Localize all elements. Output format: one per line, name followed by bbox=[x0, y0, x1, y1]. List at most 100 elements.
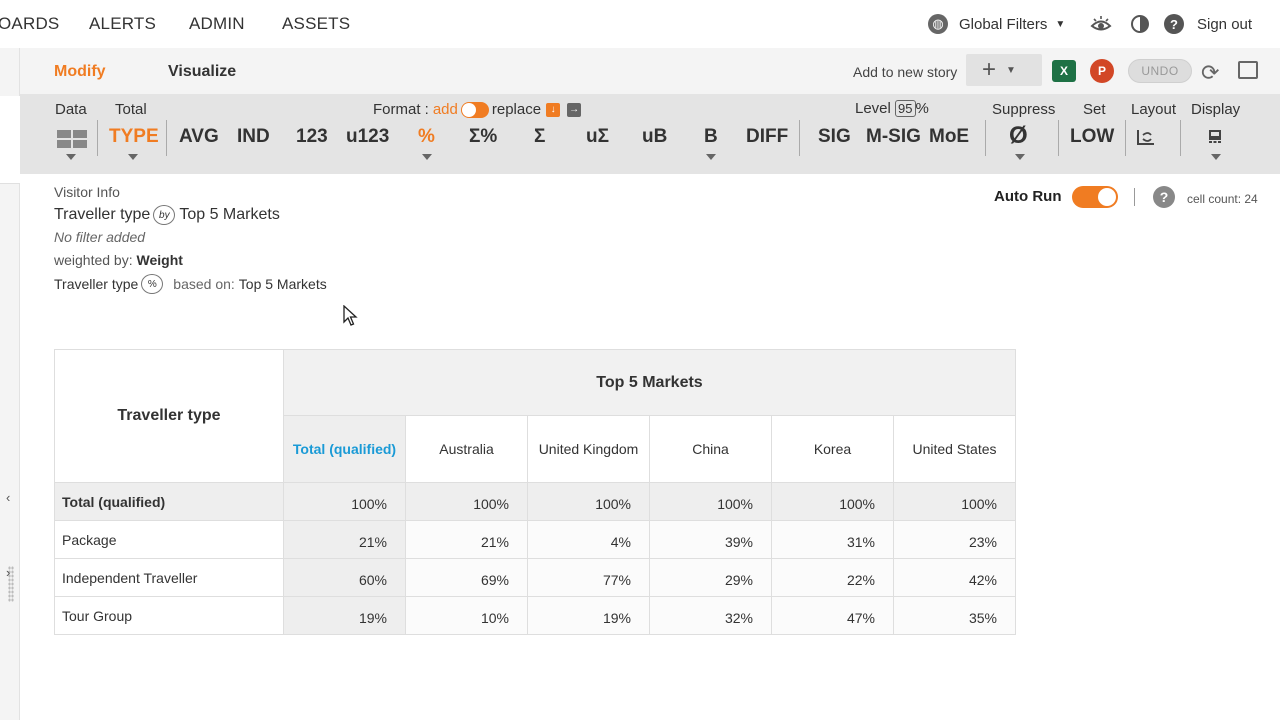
table-cell[interactable]: 19% bbox=[527, 596, 650, 635]
row-variable[interactable]: Traveller type bbox=[54, 206, 150, 224]
avg-button[interactable]: AVG bbox=[179, 126, 219, 148]
table-cell[interactable]: 21% bbox=[283, 520, 406, 559]
expand-right-icon[interactable]: › bbox=[6, 565, 10, 580]
nav-dashboards[interactable]: OARDS bbox=[0, 14, 59, 34]
table-cell[interactable]: 32% bbox=[649, 596, 772, 635]
column-header-united-kingdom[interactable]: United Kingdom bbox=[527, 415, 650, 483]
theme-toggle-button[interactable] bbox=[1130, 12, 1150, 36]
column-header-china[interactable]: China bbox=[649, 415, 772, 483]
percent-base-line: Traveller type % based on: Top 5 Markets bbox=[54, 274, 327, 294]
table-cell[interactable]: 100% bbox=[527, 482, 650, 521]
tab-modify[interactable]: Modify bbox=[54, 63, 106, 81]
table-cell[interactable]: 47% bbox=[771, 596, 894, 635]
column-header-australia[interactable]: Australia bbox=[405, 415, 528, 483]
display-icon[interactable] bbox=[1207, 128, 1223, 144]
set-low-button[interactable]: LOW bbox=[1070, 126, 1114, 148]
format-mode-toggle[interactable] bbox=[460, 101, 489, 118]
nav-admin[interactable]: ADMIN bbox=[189, 14, 245, 34]
percent-dropdown-caret[interactable] bbox=[422, 154, 432, 160]
ind-button[interactable]: IND bbox=[237, 126, 270, 148]
help-icon: ? bbox=[1164, 14, 1184, 34]
type-dropdown-caret[interactable] bbox=[128, 154, 138, 160]
unweighted-sum-button[interactable]: uΣ bbox=[586, 126, 609, 148]
unweighted-count-button[interactable]: u123 bbox=[346, 126, 389, 148]
tab-visualize[interactable]: Visualize bbox=[168, 63, 236, 81]
table-cell[interactable]: 31% bbox=[771, 520, 894, 559]
collapse-left-icon[interactable]: ‹ bbox=[6, 490, 10, 505]
separator bbox=[799, 120, 800, 156]
table-cell[interactable]: 100% bbox=[893, 482, 1016, 521]
table-cell[interactable]: 22% bbox=[771, 558, 894, 597]
arrow-right-icon[interactable]: → bbox=[567, 102, 582, 117]
base-dropdown-caret[interactable] bbox=[706, 154, 716, 160]
help-icon[interactable]: ? bbox=[1153, 186, 1175, 208]
table-cell[interactable]: 21% bbox=[405, 520, 528, 559]
table-cell[interactable]: 39% bbox=[649, 520, 772, 559]
present-icon[interactable] bbox=[1238, 61, 1258, 79]
auto-run-toggle[interactable] bbox=[1072, 186, 1118, 208]
table-cell[interactable]: 77% bbox=[527, 558, 650, 597]
table-cell[interactable]: 19% bbox=[283, 596, 406, 635]
excel-export-icon[interactable]: X bbox=[1052, 60, 1076, 82]
percent-variable[interactable]: Traveller type bbox=[54, 276, 138, 292]
display-dropdown-caret[interactable] bbox=[1211, 154, 1221, 160]
table-cell[interactable]: 10% bbox=[405, 596, 528, 635]
sign-out-link[interactable]: Sign out bbox=[1197, 12, 1252, 36]
table-cell[interactable]: 29% bbox=[649, 558, 772, 597]
sig-button[interactable]: SIG bbox=[818, 126, 851, 148]
separator bbox=[1134, 188, 1135, 206]
global-filters-button[interactable]: ◍ Global Filters ▼ bbox=[928, 12, 1065, 36]
row-label-independent-traveller[interactable]: Independent Traveller bbox=[54, 558, 284, 597]
column-header-korea[interactable]: Korea bbox=[771, 415, 894, 483]
percent-button[interactable]: % bbox=[418, 126, 435, 148]
layout-icon[interactable] bbox=[1136, 129, 1156, 145]
powerpoint-export-icon[interactable]: P bbox=[1090, 59, 1114, 83]
table-cell[interactable]: 100% bbox=[649, 482, 772, 521]
table-cell[interactable]: 42% bbox=[893, 558, 1016, 597]
type-button[interactable]: TYPE bbox=[109, 126, 159, 148]
help-button[interactable]: ? bbox=[1164, 12, 1184, 36]
sum-button[interactable]: Σ bbox=[534, 126, 545, 148]
row-label-tour-group[interactable]: Tour Group bbox=[54, 596, 284, 635]
column-header-total[interactable]: Total (qualified) bbox=[283, 415, 406, 483]
nav-assets[interactable]: ASSETS bbox=[282, 14, 350, 34]
table-cell[interactable]: 60% bbox=[283, 558, 406, 597]
table-cell[interactable]: 100% bbox=[405, 482, 528, 521]
chevron-down-icon: ▼ bbox=[1006, 64, 1016, 76]
moe-button[interactable]: MoE bbox=[929, 126, 969, 148]
count-button[interactable]: 123 bbox=[296, 126, 328, 148]
format-toolbar: Data Total Format : add replace ↓ → Leve… bbox=[20, 94, 1280, 174]
diff-button[interactable]: DIFF bbox=[746, 126, 788, 148]
row-label-package[interactable]: Package bbox=[54, 520, 284, 559]
arrow-down-icon[interactable]: ↓ bbox=[546, 102, 561, 117]
based-on-variable[interactable]: Top 5 Markets bbox=[239, 276, 327, 292]
column-group-title[interactable]: Top 5 Markets bbox=[283, 349, 1016, 416]
left-panel-tab[interactable] bbox=[0, 96, 20, 184]
weight-variable[interactable]: Weight bbox=[137, 252, 183, 268]
row-header-title[interactable]: Traveller type bbox=[54, 349, 284, 483]
sum-percent-button[interactable]: Σ% bbox=[469, 126, 497, 148]
add-to-story-button[interactable]: + ▼ bbox=[966, 54, 1042, 86]
unweighted-base-button[interactable]: uB bbox=[642, 126, 667, 148]
column-header-united-states[interactable]: United States bbox=[893, 415, 1016, 483]
nav-alerts[interactable]: ALERTS bbox=[89, 14, 156, 34]
table-cell[interactable]: 100% bbox=[283, 482, 406, 521]
eye-button[interactable] bbox=[1090, 12, 1112, 36]
table-cell[interactable]: 35% bbox=[893, 596, 1016, 635]
suppress-button[interactable]: Ø bbox=[1009, 122, 1028, 150]
table-cell[interactable]: 100% bbox=[771, 482, 894, 521]
column-variable[interactable]: Top 5 Markets bbox=[179, 206, 279, 224]
refresh-icon[interactable]: ⟳ bbox=[1201, 60, 1219, 86]
table-cell[interactable]: 4% bbox=[527, 520, 650, 559]
base-button[interactable]: B bbox=[704, 126, 718, 148]
data-grid-icon[interactable] bbox=[57, 130, 87, 148]
table-cell[interactable]: 23% bbox=[893, 520, 1016, 559]
undo-button[interactable]: UNDO bbox=[1128, 59, 1192, 83]
row-label-total[interactable]: Total (qualified) bbox=[54, 482, 284, 521]
level-control[interactable]: Level 95% bbox=[855, 100, 929, 117]
msig-button[interactable]: M-SIG bbox=[866, 126, 921, 148]
suppress-dropdown-caret[interactable] bbox=[1015, 154, 1025, 160]
data-dropdown-caret[interactable] bbox=[66, 154, 76, 160]
level-value[interactable]: 95 bbox=[895, 100, 916, 117]
table-cell[interactable]: 69% bbox=[405, 558, 528, 597]
